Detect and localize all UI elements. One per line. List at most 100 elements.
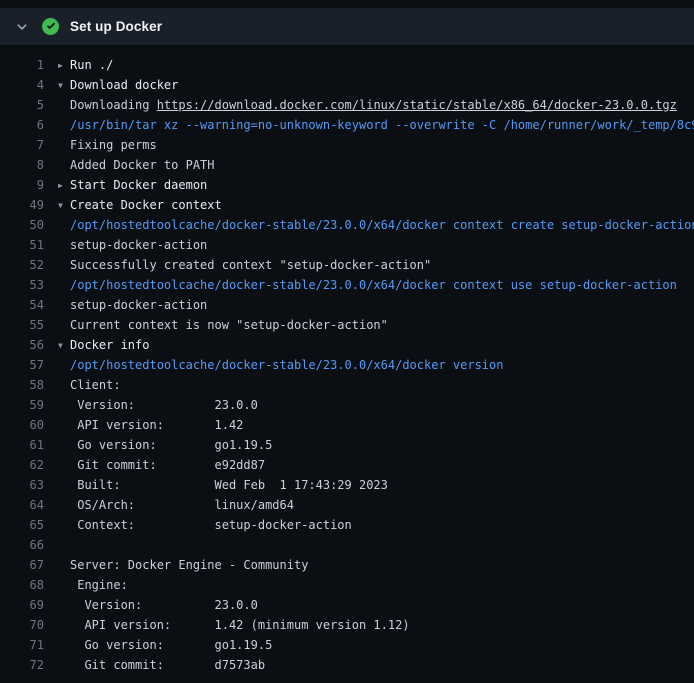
log-line: 67 Server: Docker Engine - Community (0, 555, 694, 575)
group-toggle-icon: ▼ (58, 336, 70, 355)
line-text: Run ./ (70, 58, 113, 72)
line-number[interactable]: 8 (0, 155, 44, 175)
line-number[interactable]: 72 (0, 655, 44, 675)
log-line: 8 Added Docker to PATH (0, 155, 694, 175)
log-link[interactable]: https://download.docker.com/linux/static… (157, 98, 677, 112)
log-line: 54 setup-docker-action (0, 295, 694, 315)
line-text: setup-docker-action (70, 298, 207, 312)
line-text: Version: 23.0.0 (70, 598, 258, 612)
log-line: 55 Current context is now "setup-docker-a… (0, 315, 694, 335)
line-number[interactable]: 61 (0, 435, 44, 455)
line-text: Git commit: d7573ab (70, 658, 265, 672)
line-text: Git commit: e92dd87 (70, 458, 265, 472)
line-text: Docker info (70, 338, 149, 352)
log-line: 50/opt/hostedtoolcache/docker-stable/23.… (0, 215, 694, 235)
line-number[interactable]: 63 (0, 475, 44, 495)
log-line: 53/opt/hostedtoolcache/docker-stable/23.… (0, 275, 694, 295)
line-text: Go version: go1.19.5 (70, 638, 272, 652)
line-number[interactable]: 64 (0, 495, 44, 515)
line-number[interactable]: 51 (0, 235, 44, 255)
line-text: setup-docker-action (70, 238, 207, 252)
line-number[interactable]: 53 (0, 275, 44, 295)
line-number[interactable]: 71 (0, 635, 44, 655)
line-number[interactable]: 49 (0, 195, 44, 215)
log-line: 7 Fixing perms (0, 135, 694, 155)
log-line: 57/opt/hostedtoolcache/docker-stable/23.… (0, 355, 694, 375)
line-text: Built: Wed Feb 1 17:43:29 2023 (70, 478, 388, 492)
line-text: Create Docker context (70, 198, 222, 212)
line-text: /opt/hostedtoolcache/docker-stable/23.0.… (70, 278, 677, 292)
line-number[interactable]: 56 (0, 335, 44, 355)
line-text: /usr/bin/tar xz --warning=no-unknown-key… (70, 118, 694, 132)
log-line[interactable]: 56 ▼Docker info (0, 335, 694, 355)
log-line: 51 setup-docker-action (0, 235, 694, 255)
line-number[interactable]: 65 (0, 515, 44, 535)
line-text: Version: 23.0.0 (70, 398, 258, 412)
line-number[interactable]: 66 (0, 535, 44, 555)
log-line: 72 Git commit: d7573ab (0, 655, 694, 675)
log-line: 59 Version: 23.0.0 (0, 395, 694, 415)
line-text: Downloading https://download.docker.com/… (70, 98, 677, 112)
line-number[interactable]: 57 (0, 355, 44, 375)
line-number[interactable]: 58 (0, 375, 44, 395)
line-number[interactable]: 59 (0, 395, 44, 415)
log-line: 65 Context: setup-docker-action (0, 515, 694, 535)
line-text: Engine: (70, 578, 128, 592)
line-number[interactable]: 69 (0, 595, 44, 615)
group-toggle-icon: ▼ (58, 76, 70, 95)
log-line: 6/usr/bin/tar xz --warning=no-unknown-ke… (0, 115, 694, 135)
line-number[interactable]: 60 (0, 415, 44, 435)
line-number[interactable]: 55 (0, 315, 44, 335)
line-number[interactable]: 70 (0, 615, 44, 635)
log-line[interactable]: 4 ▼Download docker (0, 75, 694, 95)
line-text: Start Docker daemon (70, 178, 207, 192)
line-number[interactable]: 54 (0, 295, 44, 315)
line-text: Current context is now "setup-docker-act… (70, 318, 388, 332)
line-text: Server: Docker Engine - Community (70, 558, 308, 572)
line-number[interactable]: 1 (0, 55, 44, 75)
line-number[interactable]: 68 (0, 575, 44, 595)
log-line: 60 API version: 1.42 (0, 415, 694, 435)
line-text: Go version: go1.19.5 (70, 438, 272, 452)
step-title: Set up Docker (70, 19, 162, 34)
log-line: 64 OS/Arch: linux/amd64 (0, 495, 694, 515)
group-toggle-icon: ▶ (58, 56, 70, 75)
log-line: 69 Version: 23.0.0 (0, 595, 694, 615)
log-line: 63 Built: Wed Feb 1 17:43:29 2023 (0, 475, 694, 495)
line-text: Client: (70, 378, 121, 392)
line-number[interactable]: 67 (0, 555, 44, 575)
line-text: Fixing perms (70, 138, 157, 152)
group-toggle-icon: ▶ (58, 176, 70, 195)
line-number[interactable]: 9 (0, 175, 44, 195)
chevron-down-icon[interactable] (16, 21, 28, 33)
log-line: 68 Engine: (0, 575, 694, 595)
line-text: API version: 1.42 (minimum version 1.12) (70, 618, 410, 632)
line-number[interactable]: 50 (0, 215, 44, 235)
step-header[interactable]: Set up Docker (0, 8, 694, 45)
line-number[interactable]: 6 (0, 115, 44, 135)
log-line: 52Successfully created context "setup-do… (0, 255, 694, 275)
line-number[interactable]: 7 (0, 135, 44, 155)
log-line: 58 Client: (0, 375, 694, 395)
log-line: 70 API version: 1.42 (minimum version 1.… (0, 615, 694, 635)
line-text: API version: 1.42 (70, 418, 243, 432)
line-text: /opt/hostedtoolcache/docker-stable/23.0.… (70, 218, 694, 232)
line-number[interactable]: 62 (0, 455, 44, 475)
log-line: 71 Go version: go1.19.5 (0, 635, 694, 655)
log-line: 61 Go version: go1.19.5 (0, 435, 694, 455)
log-line: 5 Downloading https://download.docker.com… (0, 95, 694, 115)
line-text: OS/Arch: linux/amd64 (70, 498, 294, 512)
log-line[interactable]: 9 ▶Start Docker daemon (0, 175, 694, 195)
line-text: Context: setup-docker-action (70, 518, 352, 532)
log-line[interactable]: 49▼Create Docker context (0, 195, 694, 215)
log-line[interactable]: 1 ▶Run ./ (0, 55, 694, 75)
check-circle-icon (42, 18, 59, 35)
line-number[interactable]: 4 (0, 75, 44, 95)
log-lines: 1▶Run ./4▼Download docker5Downloading ht… (0, 55, 694, 675)
line-number[interactable]: 5 (0, 95, 44, 115)
line-number[interactable]: 52 (0, 255, 44, 275)
line-text: Added Docker to PATH (70, 158, 215, 172)
log-line: 62 Git commit: e92dd87 (0, 455, 694, 475)
line-text: Download docker (70, 78, 178, 92)
line-text: /opt/hostedtoolcache/docker-stable/23.0.… (70, 358, 503, 372)
